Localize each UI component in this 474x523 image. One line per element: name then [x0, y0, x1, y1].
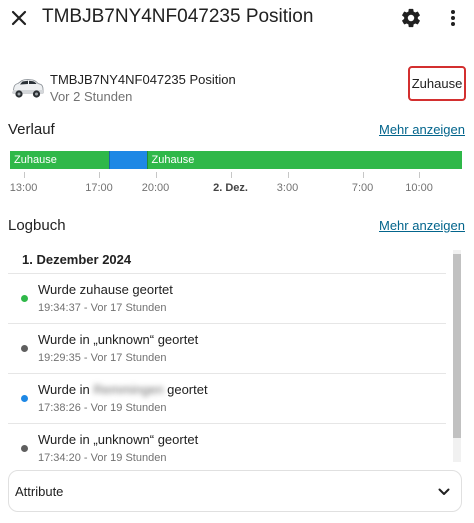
- state-badge[interactable]: Zuhause: [408, 66, 466, 101]
- redacted-location: Remmingen: [93, 382, 164, 397]
- axis-tick: [23, 172, 25, 178]
- gear-icon: [402, 8, 420, 28]
- logbook-timestamp: 17:38:26 - Vor 19 Stunden: [38, 402, 167, 414]
- history-timeline[interactable]: Zuhause Zuhause: [10, 151, 462, 169]
- axis-tick: [230, 172, 232, 178]
- logbook-message-text: Wurde in „unknown“ geortet: [38, 432, 199, 447]
- logbook-scroll-thumb[interactable]: [453, 254, 461, 438]
- attributes-expander[interactable]: Attribute: [8, 470, 462, 512]
- logbook-title: Logbuch: [8, 217, 66, 234]
- status-dot-icon: [21, 445, 28, 452]
- logbook-date-header: 1. Dezember 2024: [22, 252, 132, 267]
- axis-tick: [99, 172, 101, 178]
- logbook-more-link[interactable]: Mehr anzeigen: [379, 218, 465, 233]
- dialog-title: TMBJB7NY4NF047235 Position: [42, 6, 314, 27]
- settings-button[interactable]: [400, 7, 422, 29]
- status-dot-icon: [21, 295, 28, 302]
- logbook-scrollbar[interactable]: [453, 250, 461, 462]
- axis-tick: [419, 172, 421, 178]
- logbook-timestamp: 17:34:20 - Vor 19 Stunden: [38, 452, 167, 462]
- logbook-list[interactable]: 1. Dezember 2024 Wurde zuhause geortet 19…: [8, 246, 446, 462]
- timeline-axis: 13:00 17:00 20:00 2. Dez. 3:00 7:00 10:00: [10, 172, 462, 196]
- status-dot-icon: [21, 345, 28, 352]
- logbook-message: Wurde in „unknown“ geortet: [38, 432, 198, 447]
- entity-name: TMBJB7NY4NF047235 Position: [50, 72, 236, 87]
- car-icon: [10, 74, 44, 102]
- dots-vertical-icon: [451, 10, 455, 26]
- logbook-entry[interactable]: Wurde in „unknown“ geortet 17:34:20 - Vor…: [8, 423, 446, 462]
- more-options-button[interactable]: [446, 7, 460, 29]
- logbook-message-text: Wurde zuhause geortet: [38, 282, 173, 297]
- history-more-link[interactable]: Mehr anzeigen: [379, 122, 465, 137]
- history-title: Verlauf: [8, 121, 55, 138]
- attributes-label: Attribute: [15, 484, 64, 499]
- logbook-message-text: Wurde in: [38, 382, 94, 397]
- logbook-entry[interactable]: Wurde in Remmingen geortet 17:38:26 - Vor…: [8, 373, 446, 423]
- axis-tick-label: 7:00: [351, 182, 374, 194]
- logbook-message-text: Wurde in „unknown“ geortet: [38, 332, 199, 347]
- axis-tick: [362, 172, 364, 178]
- timeline-segment[interactable]: Zuhause: [146, 151, 462, 169]
- entity-row: TMBJB7NY4NF047235 Position Vor 2 Stunden…: [0, 62, 474, 112]
- axis-tick: [287, 172, 289, 178]
- logbook-entry[interactable]: Wurde in „unknown“ geortet 19:29:35 - Vor…: [8, 323, 446, 373]
- axis-tick-label: 2. Dez.: [213, 182, 248, 194]
- axis-tick-label: 3:00: [276, 182, 299, 194]
- axis-tick-label: 10:00: [405, 182, 433, 194]
- dialog-header: TMBJB7NY4NF047235 Position: [0, 0, 474, 38]
- axis-tick-label: 20:00: [141, 182, 170, 194]
- logbook-timestamp: 19:34:37 - Vor 17 Stunden: [38, 302, 167, 314]
- close-icon: [11, 10, 27, 26]
- logbook-timestamp: 19:29:35 - Vor 17 Stunden: [38, 352, 167, 364]
- close-button[interactable]: [8, 7, 30, 29]
- axis-tick: [155, 172, 157, 178]
- logbook-entry[interactable]: Wurde zuhause geortet 19:34:37 - Vor 17 S…: [8, 273, 446, 323]
- axis-tick-label: 17:00: [85, 182, 113, 194]
- chevron-down-icon: [437, 485, 451, 499]
- logbook-message: Wurde in Remmingen geortet: [38, 382, 208, 397]
- logbook-message: Wurde in „unknown“ geortet: [38, 332, 198, 347]
- timeline-segment[interactable]: [109, 151, 147, 169]
- axis-tick-label: 13:00: [9, 182, 38, 194]
- logbook-message: Wurde zuhause geortet: [38, 282, 173, 297]
- status-dot-icon: [21, 395, 28, 402]
- logbook-message-text: geortet: [163, 382, 208, 397]
- timeline-segment[interactable]: Zuhause: [10, 151, 110, 169]
- entity-last-changed: Vor 2 Stunden: [50, 89, 133, 104]
